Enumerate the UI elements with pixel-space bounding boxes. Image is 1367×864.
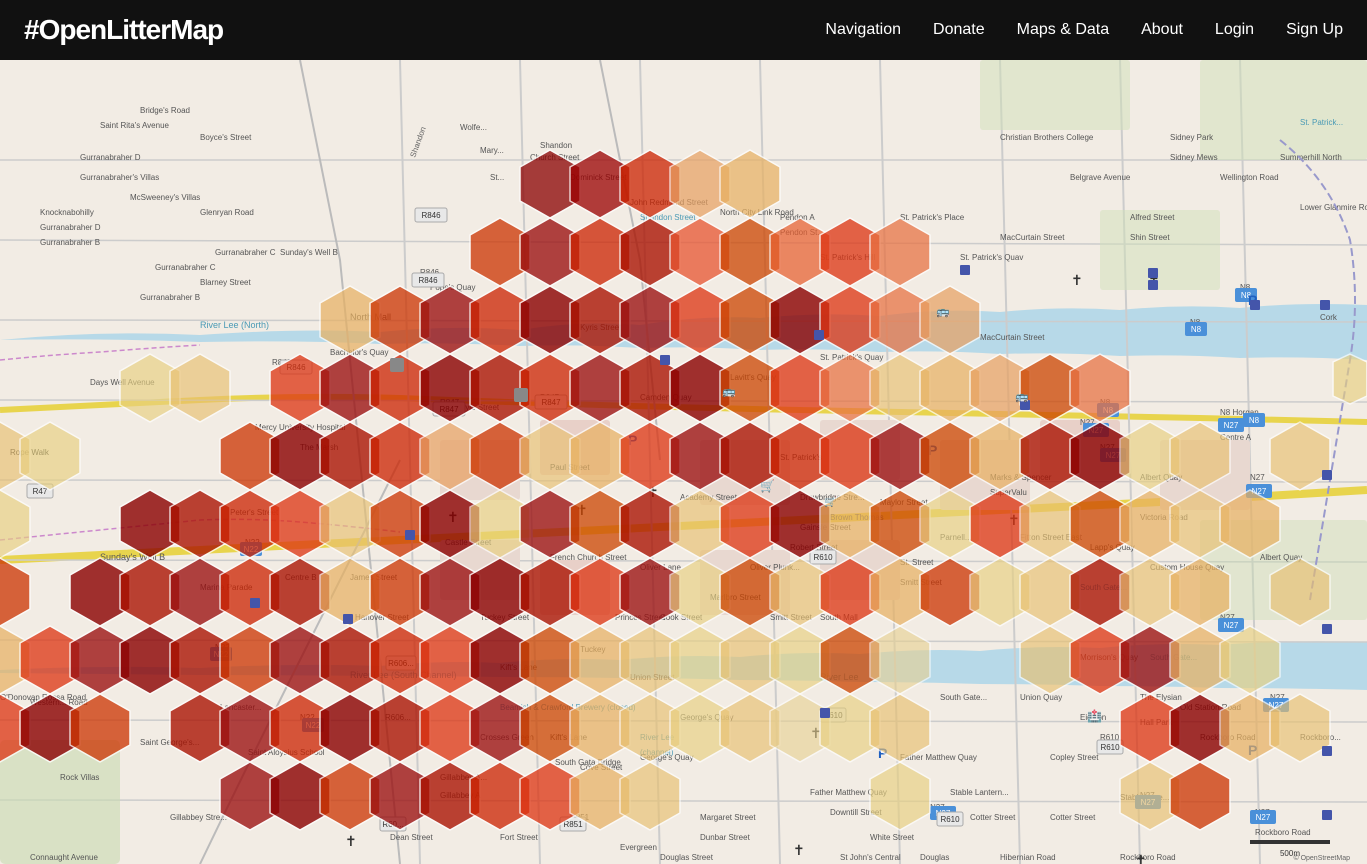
svg-text:French Church Street: French Church Street [550, 553, 627, 562]
map-container[interactable]: Shandon North Mall The Marsh Kyle Street… [0, 60, 1367, 864]
svg-text:Dunbar Street: Dunbar Street [700, 833, 751, 842]
svg-text:Gurranabraher D: Gurranabraher D [80, 153, 141, 162]
svg-text:Gurranabraher C: Gurranabraher C [155, 263, 216, 272]
svg-text:South Gata Bridge: South Gata Bridge [555, 758, 621, 767]
map-svg: Shandon North Mall The Marsh Kyle Street… [0, 60, 1367, 864]
svg-text:Connaught Avenue: Connaught Avenue [30, 853, 98, 862]
svg-text:Glenryan Road: Glenryan Road [200, 208, 254, 217]
svg-text:N27: N27 [1224, 621, 1239, 630]
svg-text:River Lee (North): River Lee (North) [200, 320, 269, 330]
svg-text:Saint Rita's Avenue: Saint Rita's Avenue [100, 121, 170, 130]
svg-text:Hibernian Road: Hibernian Road [1000, 853, 1056, 862]
svg-text:Shandon: Shandon [540, 141, 572, 150]
nav-maps-data[interactable]: Maps & Data [1017, 21, 1109, 39]
svg-text:Sidney Mews: Sidney Mews [1170, 153, 1218, 162]
svg-text:R846: R846 [418, 276, 438, 285]
svg-text:🚌: 🚌 [1015, 391, 1029, 403]
svg-text:Cork: Cork [1320, 313, 1338, 322]
svg-text:🚌: 🚌 [936, 306, 950, 318]
svg-text:Wolfe...: Wolfe... [460, 123, 487, 132]
svg-text:🚌: 🚌 [722, 386, 736, 398]
svg-text:Cotter Street: Cotter Street [970, 813, 1016, 822]
svg-text:Sunday's Well B: Sunday's Well B [280, 248, 338, 257]
svg-text:Margaret Street: Margaret Street [700, 813, 756, 822]
svg-text:Gurranabraher B: Gurranabraher B [40, 238, 100, 247]
logo[interactable]: #OpenLitterMap [24, 14, 223, 46]
svg-text:Boyce's Street: Boyce's Street [200, 133, 252, 142]
nav-donate[interactable]: Donate [933, 21, 985, 39]
svg-text:Rockboro Road: Rockboro Road [1255, 828, 1311, 837]
svg-text:St...: St... [490, 173, 504, 182]
svg-text:Gurranabraher C: Gurranabraher C [215, 248, 276, 257]
svg-text:🛒: 🛒 [824, 495, 836, 508]
nav-about[interactable]: About [1141, 21, 1183, 39]
svg-text:N8: N8 [1249, 416, 1260, 425]
svg-text:Shin Street: Shin Street [1130, 233, 1170, 242]
svg-text:Gillabbey Stre...: Gillabbey Stre... [170, 813, 227, 822]
svg-text:Blarney Street: Blarney Street [200, 278, 251, 287]
svg-text:✝: ✝ [1071, 272, 1083, 288]
svg-text:Dean Street: Dean Street [390, 833, 433, 842]
svg-text:🏥: 🏥 [1087, 709, 1102, 723]
svg-text:Wellington Road: Wellington Road [1220, 173, 1279, 182]
svg-text:🛒: 🛒 [760, 479, 775, 493]
svg-text:Copley Street: Copley Street [1050, 753, 1099, 762]
svg-text:Gurranabraher's Villas: Gurranabraher's Villas [80, 173, 159, 182]
svg-text:MacCurtain Street: MacCurtain Street [980, 333, 1045, 342]
svg-text:Gurranabraher D: Gurranabraher D [40, 223, 101, 232]
svg-text:Evergreen: Evergreen [620, 843, 657, 852]
svg-text:St. Patrick's Place: St. Patrick's Place [900, 213, 965, 222]
svg-text:South Gate...: South Gate... [940, 693, 987, 702]
svg-text:Rockboro Road: Rockboro Road [1120, 853, 1176, 862]
svg-text:Sidney Park: Sidney Park [1170, 133, 1214, 142]
svg-text:R846: R846 [421, 211, 441, 220]
svg-text:Summerhill North: Summerhill North [1280, 153, 1342, 162]
svg-text:McSweeney's Villas: McSweeney's Villas [130, 193, 200, 202]
svg-text:N27: N27 [1250, 473, 1265, 482]
svg-text:Cotter Street: Cotter Street [1050, 813, 1096, 822]
svg-text:Rock Villas: Rock Villas [60, 773, 99, 782]
svg-text:N27: N27 [1224, 421, 1239, 430]
svg-text:© OpenStreetMap: © OpenStreetMap [1293, 854, 1350, 862]
svg-text:N8: N8 [1191, 325, 1202, 334]
nav-signup[interactable]: Sign Up [1286, 21, 1343, 39]
nav-navigation[interactable]: Navigation [825, 21, 901, 39]
svg-text:✝: ✝ [793, 842, 805, 858]
svg-text:Stable Lantern...: Stable Lantern... [950, 788, 1009, 797]
svg-text:Douglas: Douglas [920, 853, 949, 862]
svg-text:Bridge's Road: Bridge's Road [140, 106, 190, 115]
svg-text:Douglas Street: Douglas Street [660, 853, 714, 862]
svg-text:St. Patrick's Quav: St. Patrick's Quav [960, 253, 1023, 262]
svg-text:R610: R610 [813, 553, 833, 562]
nav-login[interactable]: Login [1215, 21, 1254, 39]
svg-text:Knocknabohilly: Knocknabohilly [40, 208, 94, 217]
svg-text:Alfred Street: Alfred Street [1130, 213, 1175, 222]
svg-text:St John's Central: St John's Central [840, 853, 901, 862]
svg-text:✝: ✝ [1135, 852, 1147, 864]
navigation: Navigation Donate Maps & Data About Logi… [825, 21, 1343, 39]
svg-text:Christian Brothers College: Christian Brothers College [1000, 133, 1094, 142]
svg-text:St. Patrick...: St. Patrick... [1300, 118, 1343, 127]
svg-text:Union Quay: Union Quay [1020, 693, 1062, 702]
svg-text:Mary...: Mary... [480, 146, 504, 155]
svg-text:Belgrave Avenue: Belgrave Avenue [1070, 173, 1131, 182]
svg-text:R610: R610 [1100, 743, 1120, 752]
svg-text:R610: R610 [940, 815, 960, 824]
svg-text:✝: ✝ [345, 833, 357, 849]
svg-text:Gurranabraher B: Gurranabraher B [140, 293, 200, 302]
svg-text:N27: N27 [1256, 813, 1271, 822]
svg-text:White Street: White Street [870, 833, 915, 842]
svg-text:MacCurtain Street: MacCurtain Street [1000, 233, 1065, 242]
svg-text:Fort Street: Fort Street [500, 833, 539, 842]
header: #OpenLitterMap Navigation Donate Maps & … [0, 0, 1367, 60]
